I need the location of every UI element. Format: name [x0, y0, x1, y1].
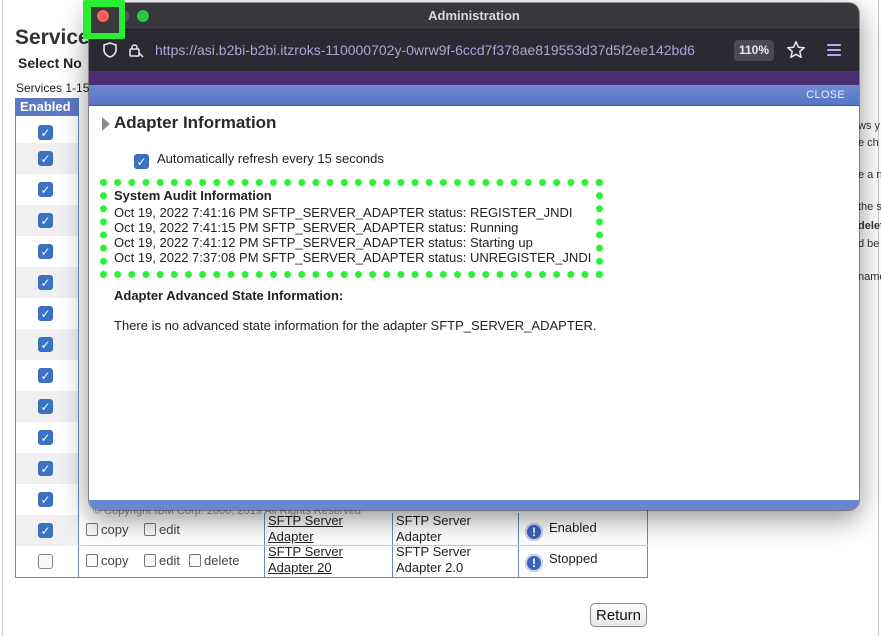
row-divider [78, 545, 648, 546]
enabled-checkbox[interactable]: ✓ [38, 213, 53, 228]
section-title: Adapter Information [114, 113, 277, 132]
delete-label: delete [204, 553, 240, 568]
enabled-checkbox[interactable]: ✓ [38, 244, 53, 259]
copy-label: copy [101, 553, 129, 568]
enabled-checkbox[interactable]: ✓ [38, 461, 53, 476]
right-text-fragment: the s [858, 201, 881, 213]
auto-refresh-label: Automatically refresh every 15 seconds [157, 151, 384, 166]
status-cell: ! Enabled [525, 520, 597, 541]
right-text-fragment: name [858, 271, 881, 283]
service-name-link[interactable]: SFTP Server Adapter [268, 513, 343, 545]
audit-entry: Oct 19, 2022 7:41:15 PM SFTP_SERVER_ADAP… [114, 220, 519, 235]
copy-link[interactable]: copy [86, 553, 128, 568]
service-type-line: SFTP Server [396, 513, 471, 528]
service-name-link[interactable]: SFTP Server Adapter 20 [268, 544, 343, 576]
info-icon[interactable]: ! [525, 554, 543, 572]
copy-label: copy [101, 522, 129, 537]
edit-link[interactable]: edit [144, 553, 180, 568]
enabled-checkbox[interactable]: ✓ [38, 492, 53, 507]
lock-icon[interactable] [128, 42, 144, 58]
zoom-level-badge[interactable]: 110% [734, 40, 774, 61]
expand-triangle-icon[interactable] [102, 117, 110, 131]
edit-label: edit [159, 553, 180, 568]
service-name-line: Adapter 20 [268, 560, 332, 575]
enabled-checkbox[interactable]: ✓ [38, 306, 53, 321]
edit-icon [144, 554, 156, 567]
service-type: SFTP Server Adapter 2.0 [396, 544, 471, 576]
right-text-fragment: e ch [858, 137, 879, 149]
service-type-line: SFTP Server [396, 544, 471, 559]
url-field[interactable]: https://asi.b2bi-b2bi.itzroks-110000702y… [155, 42, 695, 58]
page-subtitle: Select No [18, 55, 82, 71]
audit-entry: Oct 19, 2022 7:41:12 PM SFTP_SERVER_ADAP… [114, 235, 533, 250]
right-text-fragment: delet [858, 220, 881, 232]
audit-title: System Audit Information [114, 188, 272, 203]
service-name-line: Adapter [268, 529, 314, 544]
enabled-checkbox[interactable]: ✓ [38, 151, 53, 166]
enabled-checkbox[interactable] [38, 554, 53, 569]
edit-label: edit [159, 522, 180, 537]
info-icon[interactable]: ! [525, 523, 543, 541]
shield-icon[interactable] [103, 42, 117, 58]
dialog-header-bar: CLOSE [89, 85, 859, 106]
enabled-checkbox[interactable]: ✓ [38, 368, 53, 383]
page-edge-right [878, 0, 879, 636]
enabled-checkbox[interactable]: ✓ [38, 275, 53, 290]
edit-icon [144, 523, 156, 536]
copy-link[interactable]: copy [86, 522, 128, 537]
enabled-column-header: Enabled [15, 98, 79, 116]
audit-entry: Oct 19, 2022 7:37:08 PM SFTP_SERVER_ADAP… [114, 250, 592, 265]
services-count: Services 1-15 [16, 81, 90, 95]
audit-info-block: System Audit Information Oct 19, 2022 7:… [114, 188, 591, 265]
page-title: Service [15, 26, 90, 49]
page-edge-left [2, 0, 3, 636]
right-text-fragment: ws y [858, 120, 880, 132]
advanced-state-title: Adapter Advanced State Information: [114, 288, 344, 303]
service-type-line: Adapter 2.0 [396, 560, 464, 575]
service-type-line: Adapter [396, 529, 442, 544]
adapter-info-panel: Adapter Information ✓ Automatically refre… [89, 106, 859, 500]
enabled-checkbox[interactable]: ✓ [38, 523, 53, 538]
edit-link[interactable]: edit [144, 522, 180, 537]
copy-icon [86, 554, 98, 567]
service-name-line: SFTP Server [268, 544, 343, 559]
close-window-button-highlighted[interactable] [97, 10, 109, 22]
trash-icon [189, 554, 201, 567]
enabled-checkbox[interactable]: ✓ [38, 337, 53, 352]
enabled-checkbox[interactable]: ✓ [38, 125, 53, 140]
bookmark-star-icon[interactable] [786, 40, 806, 60]
enabled-checkbox[interactable]: ✓ [38, 182, 53, 197]
administration-window: Administration https://asi.b2bi-b2bi.itz… [89, 3, 859, 510]
dialog-footer-bar [89, 500, 859, 510]
window-titlebar[interactable]: Administration [89, 3, 859, 30]
hamburger-menu-icon[interactable] [827, 44, 841, 56]
status-text: Enabled [549, 520, 597, 535]
status-text: Stopped [549, 551, 598, 566]
auto-refresh-row: ✓ Automatically refresh every 15 seconds [134, 151, 384, 169]
auto-refresh-checkbox[interactable]: ✓ [134, 154, 149, 169]
status-cell: ! Stopped [525, 551, 597, 572]
right-text-fragment: d be [858, 238, 880, 250]
audit-entry: Oct 19, 2022 7:41:16 PM SFTP_SERVER_ADAP… [114, 205, 573, 220]
service-type: SFTP Server Adapter [396, 513, 471, 545]
page-top-strip [89, 71, 859, 85]
advanced-state-text: There is no advanced state information f… [114, 318, 597, 333]
window-title: Administration [428, 8, 520, 23]
enabled-checkbox[interactable]: ✓ [38, 430, 53, 445]
return-button[interactable]: Return [590, 603, 647, 627]
close-button-highlight [83, 0, 125, 39]
enabled-checkbox[interactable]: ✓ [38, 399, 53, 414]
right-text-fragment: e a n [858, 169, 881, 181]
address-bar: https://asi.b2bi-b2bi.itzroks-110000702y… [89, 30, 859, 71]
close-link[interactable]: CLOSE [806, 89, 845, 101]
delete-link[interactable]: delete [189, 553, 239, 568]
copy-icon [86, 523, 98, 536]
